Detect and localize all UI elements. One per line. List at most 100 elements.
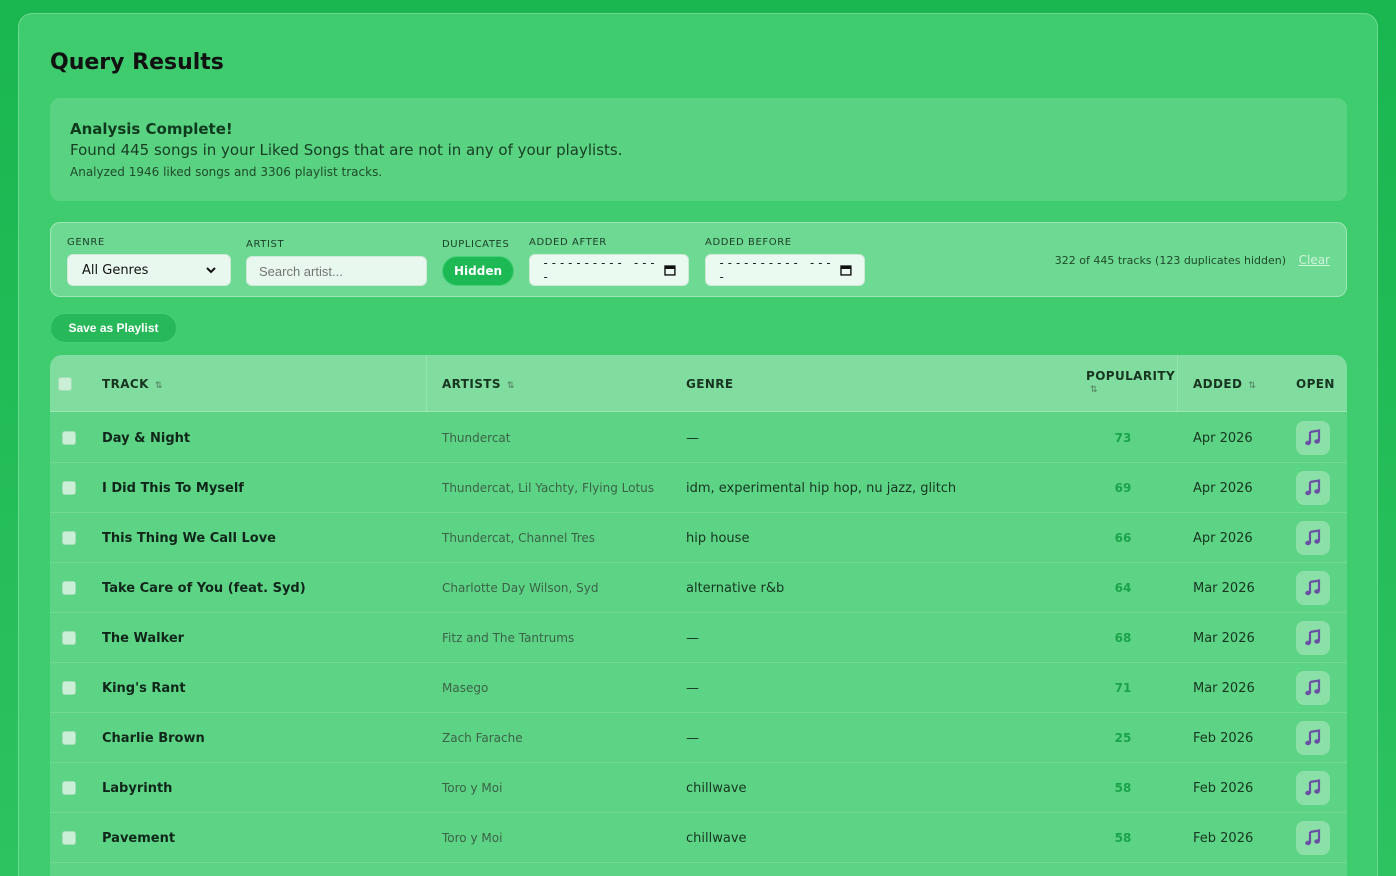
genre-text: chillwave xyxy=(686,830,747,846)
added-date: Feb 2026 xyxy=(1193,780,1254,796)
summary-title: Analysis Complete! xyxy=(70,120,233,138)
popularity-value: 69 xyxy=(1114,481,1132,495)
row-checkbox[interactable] xyxy=(62,581,76,595)
genre-text: — xyxy=(686,730,699,746)
open-track-button[interactable] xyxy=(1296,621,1330,655)
artist-names: Thundercat xyxy=(442,431,511,445)
summary-sub-text: Analyzed 1946 liked songs and 3306 playl… xyxy=(70,165,383,179)
added-date: Apr 2026 xyxy=(1193,530,1253,546)
track-name: Charlie Brown xyxy=(102,730,205,746)
row-checkbox[interactable] xyxy=(62,631,76,645)
genre-text: idm, experimental hip hop, nu jazz, glit… xyxy=(686,480,957,496)
artist-names: Masego xyxy=(442,681,489,695)
artist-names: Zach Farache xyxy=(442,731,523,745)
open-track-button[interactable] xyxy=(1296,771,1330,805)
artist-search-input[interactable] xyxy=(246,256,427,286)
track-name: The Walker xyxy=(102,630,185,646)
table-row: Pavement Toro y Moi chillwave 58 Feb 202… xyxy=(50,813,1347,863)
genre-select[interactable]: All Genres xyxy=(67,254,231,286)
table-row: This Thing We Call Love Thundercat, Chan… xyxy=(50,513,1347,563)
music-note-icon xyxy=(1305,529,1321,546)
music-note-icon xyxy=(1305,579,1321,596)
artist-names: Toro y Moi xyxy=(442,781,503,795)
row-checkbox[interactable] xyxy=(62,781,76,795)
header-open: OPEN xyxy=(1296,377,1335,391)
added-date: Mar 2026 xyxy=(1193,680,1255,696)
artist-names: Thundercat, Lil Yachty, Flying Lotus xyxy=(442,481,655,495)
row-checkbox[interactable] xyxy=(62,731,76,745)
header-track-label: TRACK xyxy=(102,377,149,391)
added-date: Apr 2026 xyxy=(1193,430,1253,446)
table-row: Charlie Brown Zach Farache — 25 Feb 2026 xyxy=(50,713,1347,763)
artist-names: Toro y Moi xyxy=(442,831,503,845)
genre-text: chillwave xyxy=(686,780,747,796)
open-track-button[interactable] xyxy=(1296,571,1330,605)
open-track-button[interactable] xyxy=(1296,421,1330,455)
music-note-icon xyxy=(1305,479,1321,496)
table-row: The Walker Fitz and The Tantrums — 68 Ma… xyxy=(50,613,1347,663)
added-date: Mar 2026 xyxy=(1193,630,1255,646)
row-checkbox[interactable] xyxy=(62,431,76,445)
chevron-down-icon xyxy=(206,267,216,274)
header-artists-label: ARTISTS xyxy=(442,377,501,391)
row-checkbox[interactable] xyxy=(62,681,76,695)
page-title: Query Results xyxy=(50,50,224,75)
added-date: Feb 2026 xyxy=(1193,830,1254,846)
open-track-button[interactable] xyxy=(1296,671,1330,705)
table-row: I Did This To Myself Thundercat, Lil Yac… xyxy=(50,463,1347,513)
open-track-button[interactable] xyxy=(1296,471,1330,505)
save-as-playlist-button[interactable]: Save as Playlist xyxy=(50,313,177,343)
header-popularity[interactable]: POPULARITY ⇅ xyxy=(1086,369,1175,395)
row-checkbox[interactable] xyxy=(62,531,76,545)
artist-names: Charlotte Day Wilson, Syd xyxy=(442,581,599,595)
row-checkbox[interactable] xyxy=(62,481,76,495)
genre-text: alternative r&b xyxy=(686,580,785,596)
calendar-icon[interactable] xyxy=(840,264,852,276)
music-note-icon xyxy=(1305,629,1321,646)
table-header: TRACK ⇅ ARTISTS ⇅ GENRE POPULARITY ⇅ ADDED… xyxy=(50,355,1347,412)
column-divider xyxy=(426,355,427,412)
added-before-date-input[interactable]: ---------- ---- xyxy=(705,254,865,286)
results-table: TRACK ⇅ ARTISTS ⇅ GENRE POPULARITY ⇅ ADDED… xyxy=(50,355,1347,876)
added-after-label: ADDED AFTER xyxy=(529,237,607,248)
row-checkbox[interactable] xyxy=(62,831,76,845)
header-popularity-label: POPULARITY xyxy=(1086,369,1176,383)
track-name: I Did This To Myself xyxy=(102,480,244,496)
music-note-icon xyxy=(1305,429,1321,446)
sort-icon: ⇅ xyxy=(154,381,163,391)
track-name: King's Rant xyxy=(102,680,186,696)
added-date: Feb 2026 xyxy=(1193,730,1254,746)
sort-icon: ⇅ xyxy=(506,381,515,391)
calendar-icon[interactable] xyxy=(664,264,676,276)
clear-filters-link[interactable]: Clear xyxy=(1299,253,1330,267)
duplicates-label: DUPLICATES xyxy=(442,239,510,250)
popularity-value: 58 xyxy=(1114,781,1132,795)
popularity-value: 68 xyxy=(1114,631,1132,645)
music-note-icon xyxy=(1305,729,1321,746)
table-row: King's Rant Masego — 71 Mar 2026 xyxy=(50,663,1347,713)
music-note-icon xyxy=(1305,779,1321,796)
duplicates-toggle[interactable]: Hidden xyxy=(442,256,514,286)
added-date: Apr 2026 xyxy=(1193,480,1253,496)
track-name: Labyrinth xyxy=(102,780,173,796)
genre-text: hip house xyxy=(686,530,750,546)
added-before-value: ---------- ---- xyxy=(718,256,834,284)
header-track[interactable]: TRACK ⇅ xyxy=(102,377,163,391)
table-row: Day & Night Thundercat — 73 Apr 2026 xyxy=(50,413,1347,463)
open-track-button[interactable] xyxy=(1296,821,1330,855)
select-all-checkbox[interactable] xyxy=(58,377,72,391)
open-track-button[interactable] xyxy=(1296,721,1330,755)
header-added[interactable]: ADDED ⇅ xyxy=(1193,377,1256,391)
open-track-button[interactable] xyxy=(1296,521,1330,555)
popularity-value: 25 xyxy=(1114,731,1132,745)
track-name: Take Care of You (feat. Syd) xyxy=(102,580,306,596)
header-artists[interactable]: ARTISTS ⇅ xyxy=(442,377,515,391)
genre-text: — xyxy=(686,630,699,646)
popularity-value: 64 xyxy=(1114,581,1132,595)
filter-bar: GENRE All Genres ARTIST DUPLICATES Hidde… xyxy=(50,222,1347,297)
added-date: Mar 2026 xyxy=(1193,580,1255,596)
music-note-icon xyxy=(1305,829,1321,846)
table-row: Labyrinth Toro y Moi chillwave 58 Feb 20… xyxy=(50,763,1347,813)
artist-names: Thundercat, Channel Tres xyxy=(442,531,596,545)
added-after-date-input[interactable]: ---------- ---- xyxy=(529,254,689,286)
